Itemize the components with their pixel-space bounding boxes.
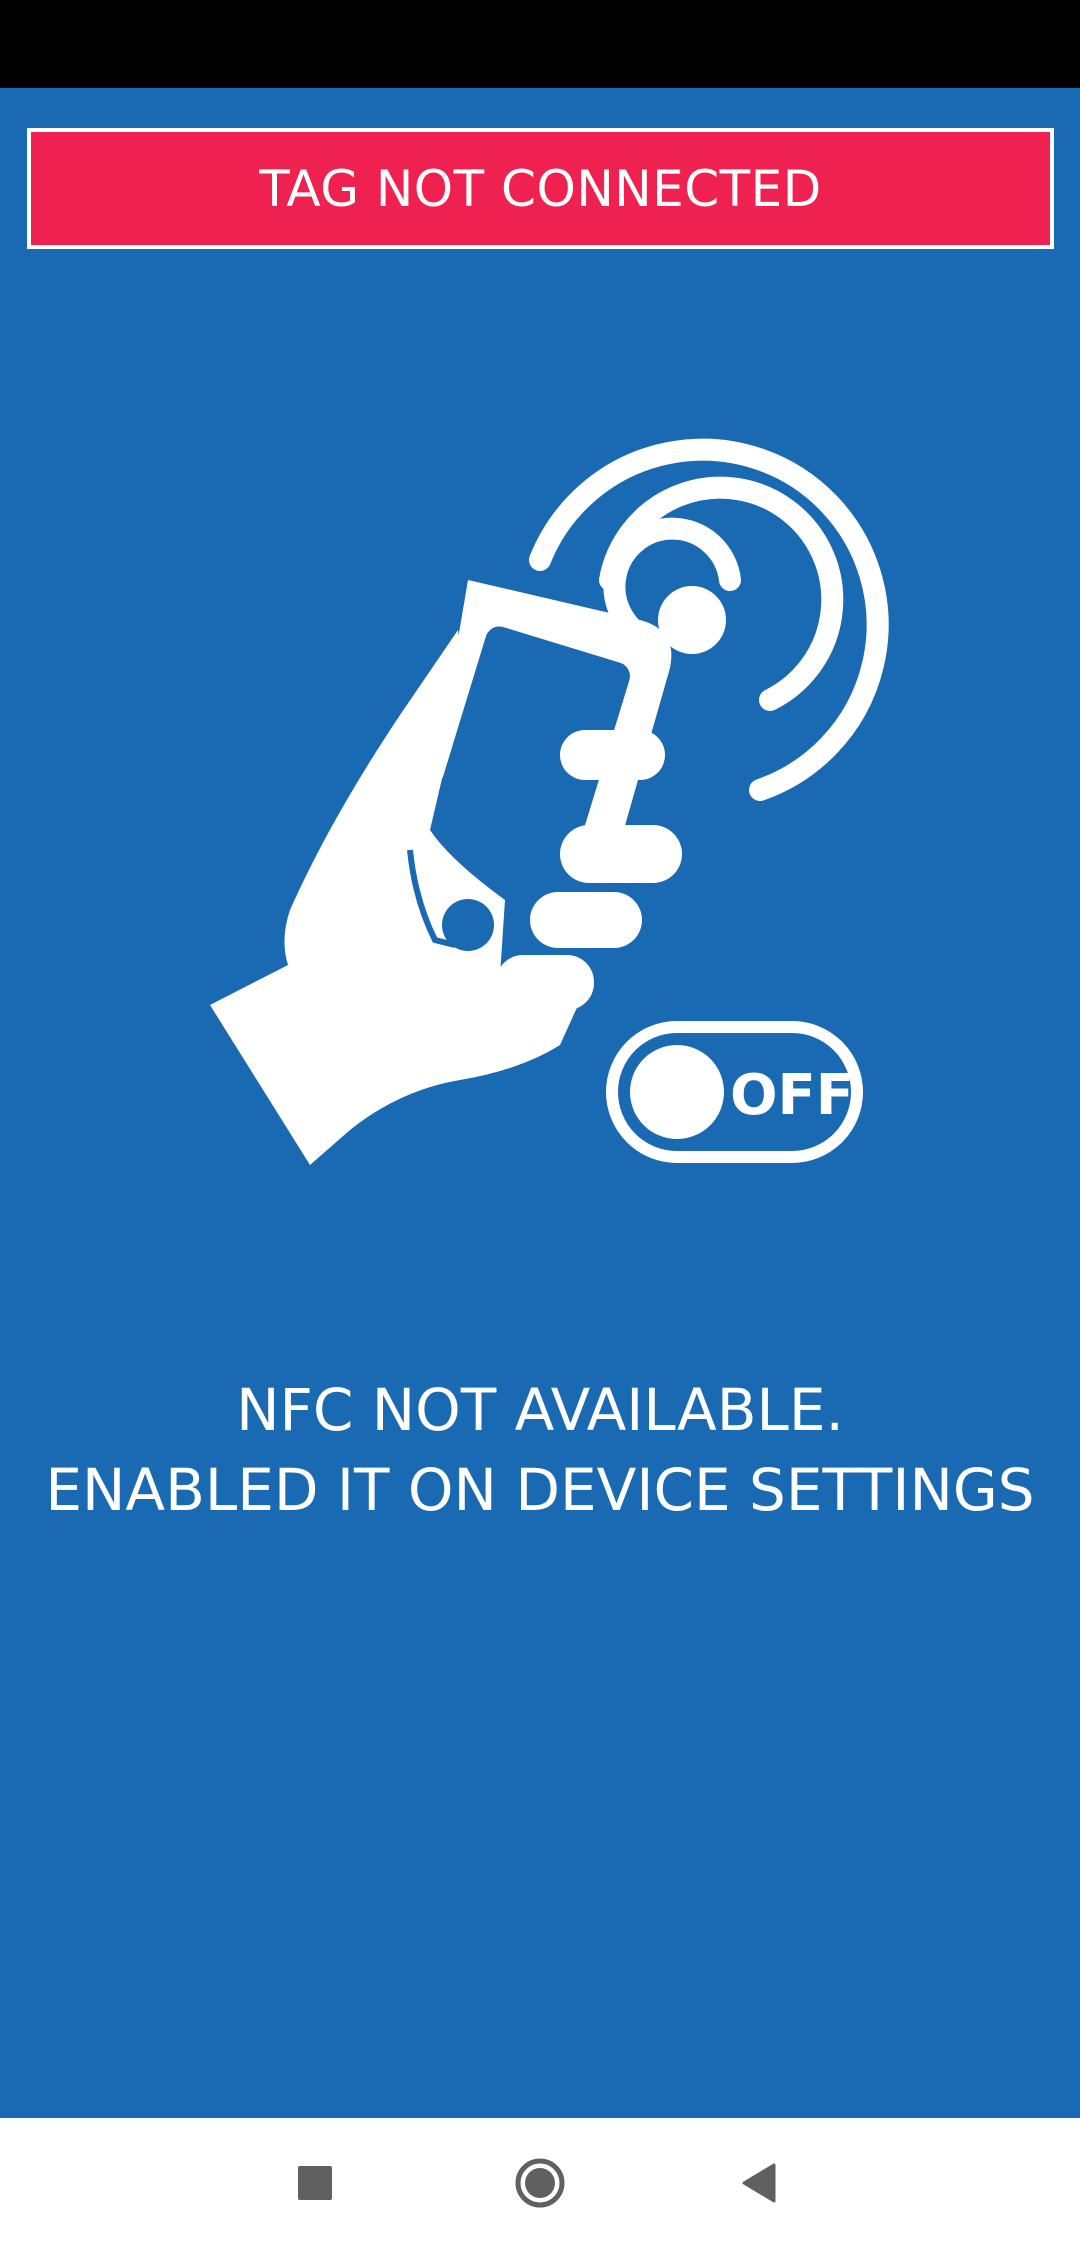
navigation-bar bbox=[0, 2118, 1080, 2248]
off-toggle-icon: OFF bbox=[606, 1021, 863, 1163]
tag-status-banner: TAG NOT CONNECTED bbox=[27, 128, 1054, 249]
toggle-off-label: OFF bbox=[730, 1063, 854, 1128]
message-line-1: NFC NOT AVAILABLE. bbox=[236, 1376, 844, 1444]
hand-holding-phone-nfc-icon: OFF bbox=[210, 438, 889, 1165]
app-screen: TAG NOT CONNECTED OFF NFC NOT AVAILABLE.… bbox=[0, 0, 1080, 2248]
status-bar bbox=[0, 0, 1080, 88]
message-line-2: ENABLED IT ON DEVICE SETTINGS bbox=[45, 1456, 1035, 1524]
home-circle-icon bbox=[515, 2158, 565, 2208]
nfc-status-message: NFC NOT AVAILABLE. ENABLED IT ON DEVICE … bbox=[0, 1370, 1080, 1530]
recents-square-icon bbox=[298, 2166, 332, 2200]
recents-button[interactable] bbox=[255, 2118, 375, 2248]
home-button[interactable] bbox=[480, 2118, 600, 2248]
tag-status-text: TAG NOT CONNECTED bbox=[259, 159, 822, 218]
back-triangle-icon bbox=[742, 2163, 776, 2203]
back-button[interactable] bbox=[700, 2118, 820, 2248]
